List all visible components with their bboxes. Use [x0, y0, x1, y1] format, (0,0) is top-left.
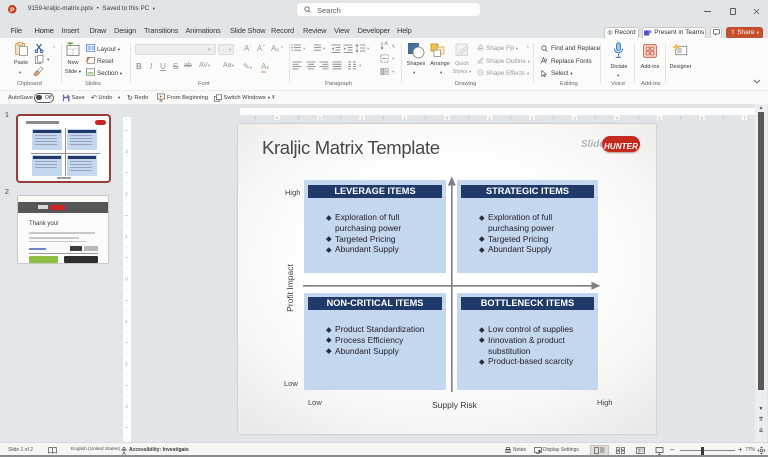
svg-text:3: 3 [318, 115, 321, 121]
svg-text:2: 2 [361, 115, 364, 121]
svg-text:2: 2 [531, 115, 534, 121]
svg-text:5: 5 [658, 115, 661, 121]
svg-text:1: 1 [125, 234, 128, 240]
svg-text:7: 7 [743, 115, 746, 121]
svg-text:2: 2 [125, 192, 128, 198]
svg-text:1: 1 [403, 115, 406, 121]
svg-text:1: 1 [488, 115, 491, 121]
svg-text:3: 3 [125, 149, 128, 155]
svg-text:0: 0 [125, 277, 128, 283]
svg-text:4: 4 [616, 115, 619, 121]
svg-text:0: 0 [446, 115, 449, 121]
svg-text:6: 6 [701, 115, 704, 121]
svg-text:3: 3 [125, 404, 128, 410]
svg-text:A: A [385, 41, 389, 47]
svg-text:4: 4 [276, 115, 279, 121]
svg-text:2: 2 [125, 362, 128, 368]
svg-text:3: 3 [573, 115, 576, 121]
svg-text:1: 1 [125, 319, 128, 325]
